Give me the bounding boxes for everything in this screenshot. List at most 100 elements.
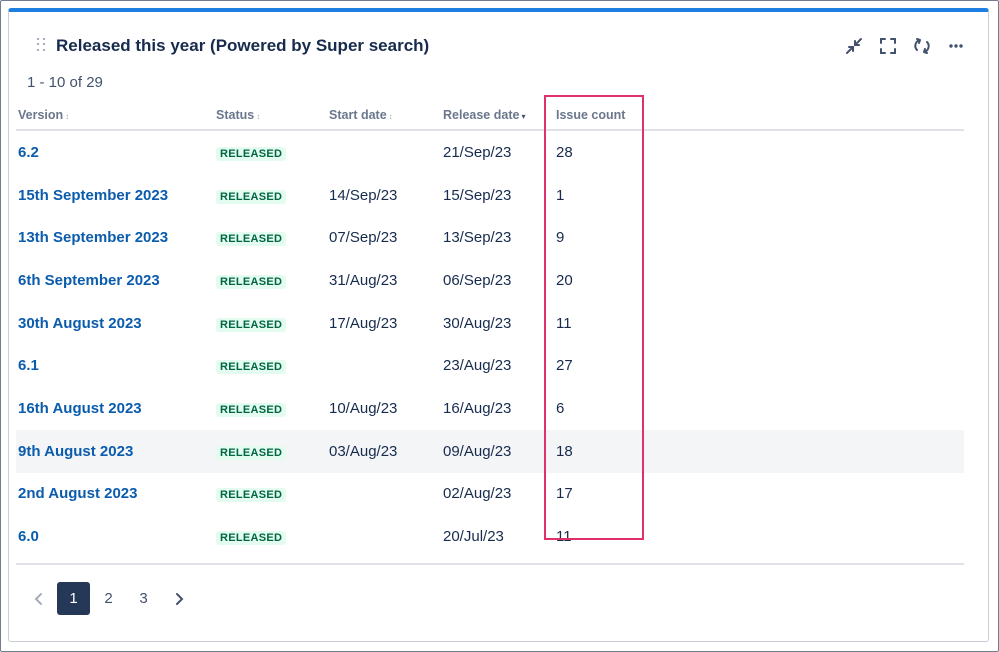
table-header-row: Version ↕ Status ↕ Start date ↕ Release date ▾ I… <box>16 101 964 131</box>
column-header-label: Version <box>18 108 64 122</box>
version-link[interactable]: 16th August 2023 <box>18 400 142 417</box>
issue-count-cell: 6 <box>556 399 565 417</box>
column-header-label: Issue count <box>556 108 626 122</box>
table-row: 16th August 2023 RELEASED 10/Aug/23 16/Aug/… <box>16 387 964 430</box>
status-badge: RELEASED <box>216 232 287 247</box>
start-date-cell <box>327 515 441 558</box>
release-date-cell: 23/Aug/23 <box>443 357 512 375</box>
status-badge: RELEASED <box>216 402 287 417</box>
version-cell: 15th September 2023 <box>16 174 214 217</box>
start-date-cell: 17/Aug/23 <box>329 314 398 332</box>
status-badge: RELEASED <box>216 488 287 503</box>
status-cell: RELEASED <box>214 429 327 473</box>
release-date-cell: 20/Jul/23 <box>443 528 504 546</box>
version-link[interactable]: 6.0 <box>18 528 39 545</box>
sort-icon: ↕ <box>388 112 393 121</box>
status-badge: RELEASED <box>216 274 287 289</box>
refresh-icon[interactable] <box>912 36 932 56</box>
chevron-left-icon[interactable] <box>22 582 55 615</box>
issue-count-cell: 28 <box>556 143 573 161</box>
gadget-actions <box>844 36 966 56</box>
chevron-right-icon[interactable] <box>162 582 195 615</box>
start-date-cell <box>327 344 441 387</box>
page-button-1[interactable]: 1 <box>57 582 90 615</box>
table-row: 13th September 2023 RELEASED 07/Sep/23 13/S… <box>16 216 964 259</box>
column-header-start-date[interactable]: Start date ↕ <box>327 101 441 131</box>
status-badge: RELEASED <box>216 189 287 204</box>
column-header-release-date[interactable]: Release date ▾ <box>441 101 554 131</box>
start-date-cell: 14/Sep/23 <box>329 186 398 204</box>
status-badge: RELEASED <box>216 360 287 375</box>
version-link[interactable]: 30th August 2023 <box>18 315 142 332</box>
status-badge: RELEASED <box>216 531 287 546</box>
table-row: 6.2 RELEASED 21/Sep/23 28 <box>16 130 964 174</box>
column-header-label: Start date <box>329 108 387 122</box>
page-numbers: 123 <box>57 582 160 615</box>
release-date-cell: 09/Aug/23 <box>441 429 554 473</box>
table-row: 6th September 2023 RELEASED 31/Aug/23 06/Se… <box>16 259 964 302</box>
issue-count-cell: 27 <box>556 357 573 375</box>
status-badge: RELEASED <box>216 445 287 460</box>
release-date-cell: 15/Sep/23 <box>443 186 512 204</box>
issue-count-cell: 11 <box>556 528 572 546</box>
column-header-label: Status <box>216 108 255 122</box>
release-date-cell: 06/Sep/23 <box>443 271 512 289</box>
start-date-cell: 07/Sep/23 <box>329 229 398 247</box>
minimize-icon[interactable] <box>844 36 864 56</box>
fullscreen-icon[interactable] <box>878 36 898 56</box>
version-cell: 6.0 <box>16 515 214 558</box>
status-cell: RELEASED <box>214 473 327 516</box>
version-link[interactable]: 15th September 2023 <box>18 187 168 204</box>
issue-count-cell: 11 <box>556 314 572 332</box>
version-cell: 9th August 2023 <box>16 429 214 473</box>
version-link[interactable]: 6.1 <box>18 357 39 374</box>
version-cell: 2nd August 2023 <box>16 473 214 516</box>
table-bottom-divider <box>16 563 964 565</box>
version-cell: 6.2 <box>16 130 214 174</box>
release-date-cell: 02/Aug/23 <box>443 485 512 503</box>
version-link[interactable]: 6.2 <box>18 144 39 161</box>
more-icon[interactable] <box>946 36 966 56</box>
column-header-issue-count[interactable]: Issue count <box>554 101 964 131</box>
version-link[interactable]: 13th September 2023 <box>18 229 168 246</box>
start-date-cell: 31/Aug/23 <box>329 271 398 289</box>
table-row: 6.1 RELEASED 23/Aug/23 27 <box>16 344 964 387</box>
status-cell: RELEASED <box>214 130 327 174</box>
status-cell: RELEASED <box>214 302 327 345</box>
version-cell: 6th September 2023 <box>16 259 214 302</box>
start-date-cell: 03/Aug/23 <box>327 429 441 473</box>
version-cell: 16th August 2023 <box>16 387 214 430</box>
issue-count-cell: 9 <box>556 229 565 247</box>
status-badge: RELEASED <box>216 317 287 332</box>
status-cell: RELEASED <box>214 174 327 217</box>
pagination: 123 <box>22 582 195 615</box>
version-cell: 30th August 2023 <box>16 302 214 345</box>
release-date-cell: 21/Sep/23 <box>443 143 512 161</box>
version-link[interactable]: 6th September 2023 <box>18 272 160 289</box>
issue-count-cell: 20 <box>556 271 573 289</box>
sort-icon: ↕ <box>256 112 261 121</box>
version-link[interactable]: 2nd August 2023 <box>18 485 137 502</box>
table-row: 2nd August 2023 RELEASED 02/Aug/23 17 <box>16 473 964 516</box>
results-count: 1 - 10 of 29 <box>27 74 103 91</box>
column-header-label: Release date <box>443 108 520 122</box>
status-cell: RELEASED <box>214 515 327 558</box>
column-header-status[interactable]: Status ↕ <box>214 101 327 131</box>
status-badge: RELEASED <box>216 146 287 161</box>
sort-icon: ↕ <box>65 112 70 121</box>
table-row: 6.0 RELEASED 20/Jul/23 11 <box>16 515 964 558</box>
table-row: 9th August 2023 RELEASED 03/Aug/23 09/Aug/2… <box>16 429 964 473</box>
sort-desc-icon: ▾ <box>521 112 526 121</box>
page-button-3[interactable]: 3 <box>127 582 160 615</box>
column-header-version[interactable]: Version ↕ <box>16 101 214 131</box>
gadget-title: Released this year (Powered by Super sea… <box>56 36 430 55</box>
issue-count-cell: 18 <box>554 429 964 473</box>
page-button-2[interactable]: 2 <box>92 582 125 615</box>
table-row: 30th August 2023 RELEASED 17/Aug/23 30/Aug/… <box>16 302 964 345</box>
status-cell: RELEASED <box>214 259 327 302</box>
table-body: 6.2 RELEASED 21/Sep/23 28 15th September 202… <box>16 130 964 558</box>
version-link[interactable]: 9th August 2023 <box>18 443 133 460</box>
drag-handle-icon[interactable] <box>37 38 47 52</box>
start-date-cell: 10/Aug/23 <box>329 399 398 417</box>
table-row: 15th September 2023 RELEASED 14/Sep/23 15/S… <box>16 174 964 217</box>
